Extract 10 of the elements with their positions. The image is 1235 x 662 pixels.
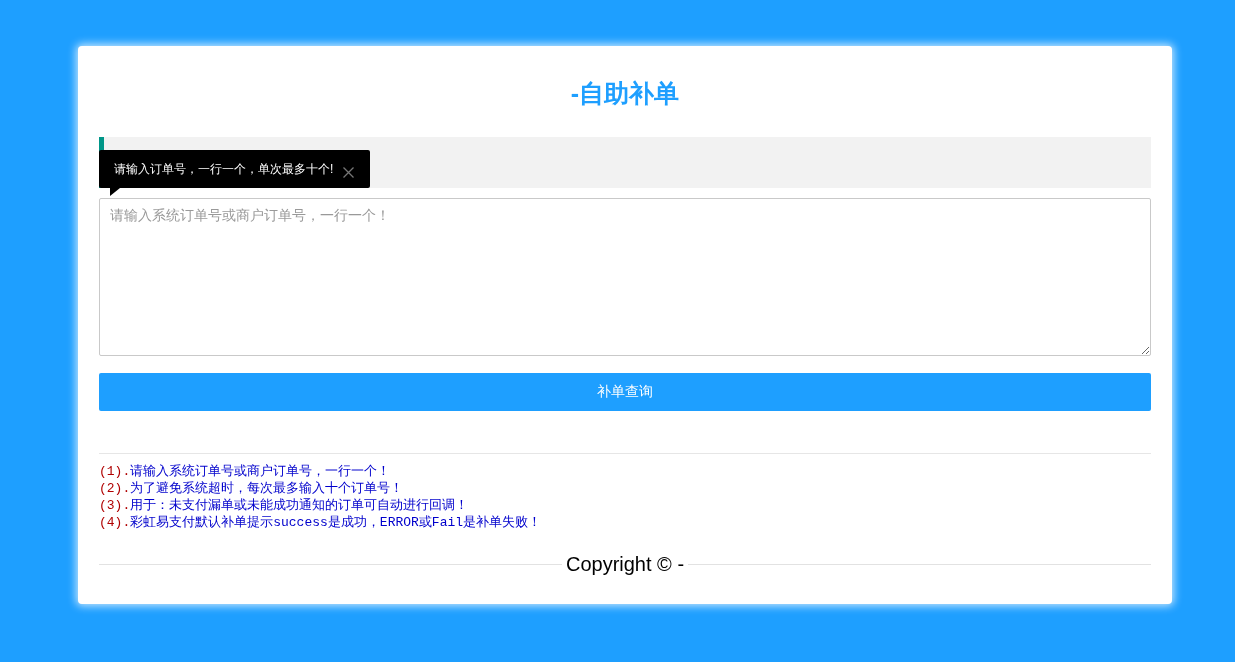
note-text: (2).为了避免系统超时，每次最多输入十个订单号！ [99, 480, 405, 497]
order-input-field[interactable]: 请输入系统订单号或商户订单号，一行一个！ [99, 198, 1151, 356]
note-text: (4).彩虹易支付默认补单提示success是成功，ERROR或Fail是补单失败！ [99, 514, 543, 531]
note-text: (1).请输入系统订单号或商户订单号，一行一个！ [99, 463, 392, 480]
close-icon[interactable] [343, 166, 355, 178]
copyright-text: Copyright © - [564, 552, 686, 576]
page-title: -自助补单 [570, 78, 680, 109]
note-text: (3).用于：未支付漏单或未能成功通知的订单可自动进行回调！ [99, 497, 470, 514]
tooltip-text: 请输入订单号，一行一个，单次最多十个! [114, 160, 334, 178]
query-button[interactable]: 补单查询 [99, 373, 1151, 411]
